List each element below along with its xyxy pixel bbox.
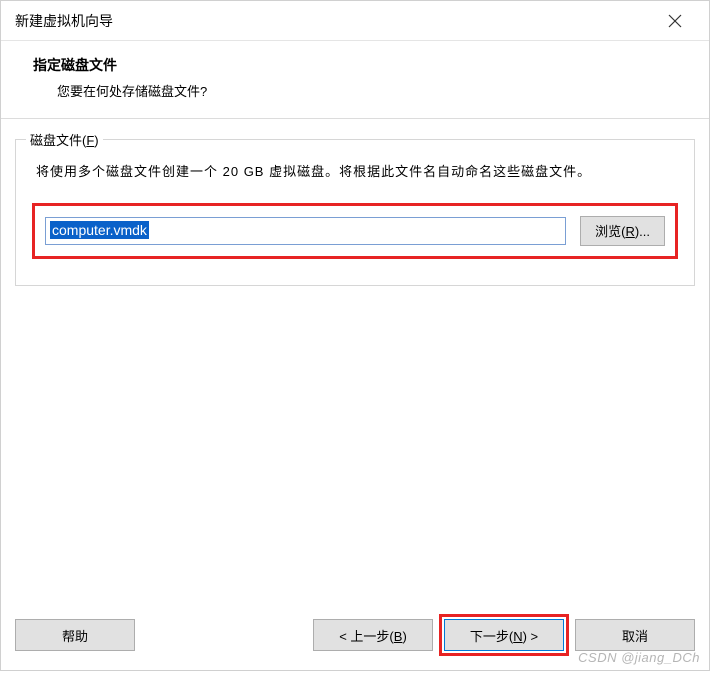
group-description: 将使用多个磁盘文件创建一个 20 GB 虚拟磁盘。将根据此文件名自动命名这些磁盘… — [32, 160, 678, 185]
input-selected-text: computer.vmdk — [50, 221, 149, 239]
file-row-highlight: computer.vmdk 浏览(R)... — [32, 203, 678, 259]
page-title: 指定磁盘文件 — [33, 55, 687, 75]
group-label: 磁盘文件(F) — [26, 130, 103, 149]
close-icon — [668, 14, 682, 28]
page-subtitle: 您要在何处存储磁盘文件? — [33, 81, 687, 100]
wizard-window: 新建虚拟机向导 指定磁盘文件 您要在何处存储磁盘文件? 磁盘文件(F) 将使用多… — [0, 0, 710, 671]
titlebar: 新建虚拟机向导 — [1, 1, 709, 41]
back-button[interactable]: < 上一步(B) — [313, 619, 433, 651]
window-title: 新建虚拟机向导 — [15, 11, 655, 31]
browse-button[interactable]: 浏览(R)... — [580, 216, 665, 246]
footer-buttons: 帮助 < 上一步(B) 下一步(N) > 取消 — [1, 604, 709, 670]
disk-file-input[interactable]: computer.vmdk — [45, 217, 566, 245]
next-button-highlight: 下一步(N) > — [439, 614, 569, 656]
content-area: 磁盘文件(F) 将使用多个磁盘文件创建一个 20 GB 虚拟磁盘。将根据此文件名… — [1, 119, 709, 604]
help-button[interactable]: 帮助 — [15, 619, 135, 651]
next-button[interactable]: 下一步(N) > — [444, 619, 564, 651]
disk-file-group: 磁盘文件(F) 将使用多个磁盘文件创建一个 20 GB 虚拟磁盘。将根据此文件名… — [15, 139, 695, 286]
cancel-button[interactable]: 取消 — [575, 619, 695, 651]
wizard-header: 指定磁盘文件 您要在何处存储磁盘文件? — [1, 41, 709, 119]
close-button[interactable] — [655, 1, 695, 41]
